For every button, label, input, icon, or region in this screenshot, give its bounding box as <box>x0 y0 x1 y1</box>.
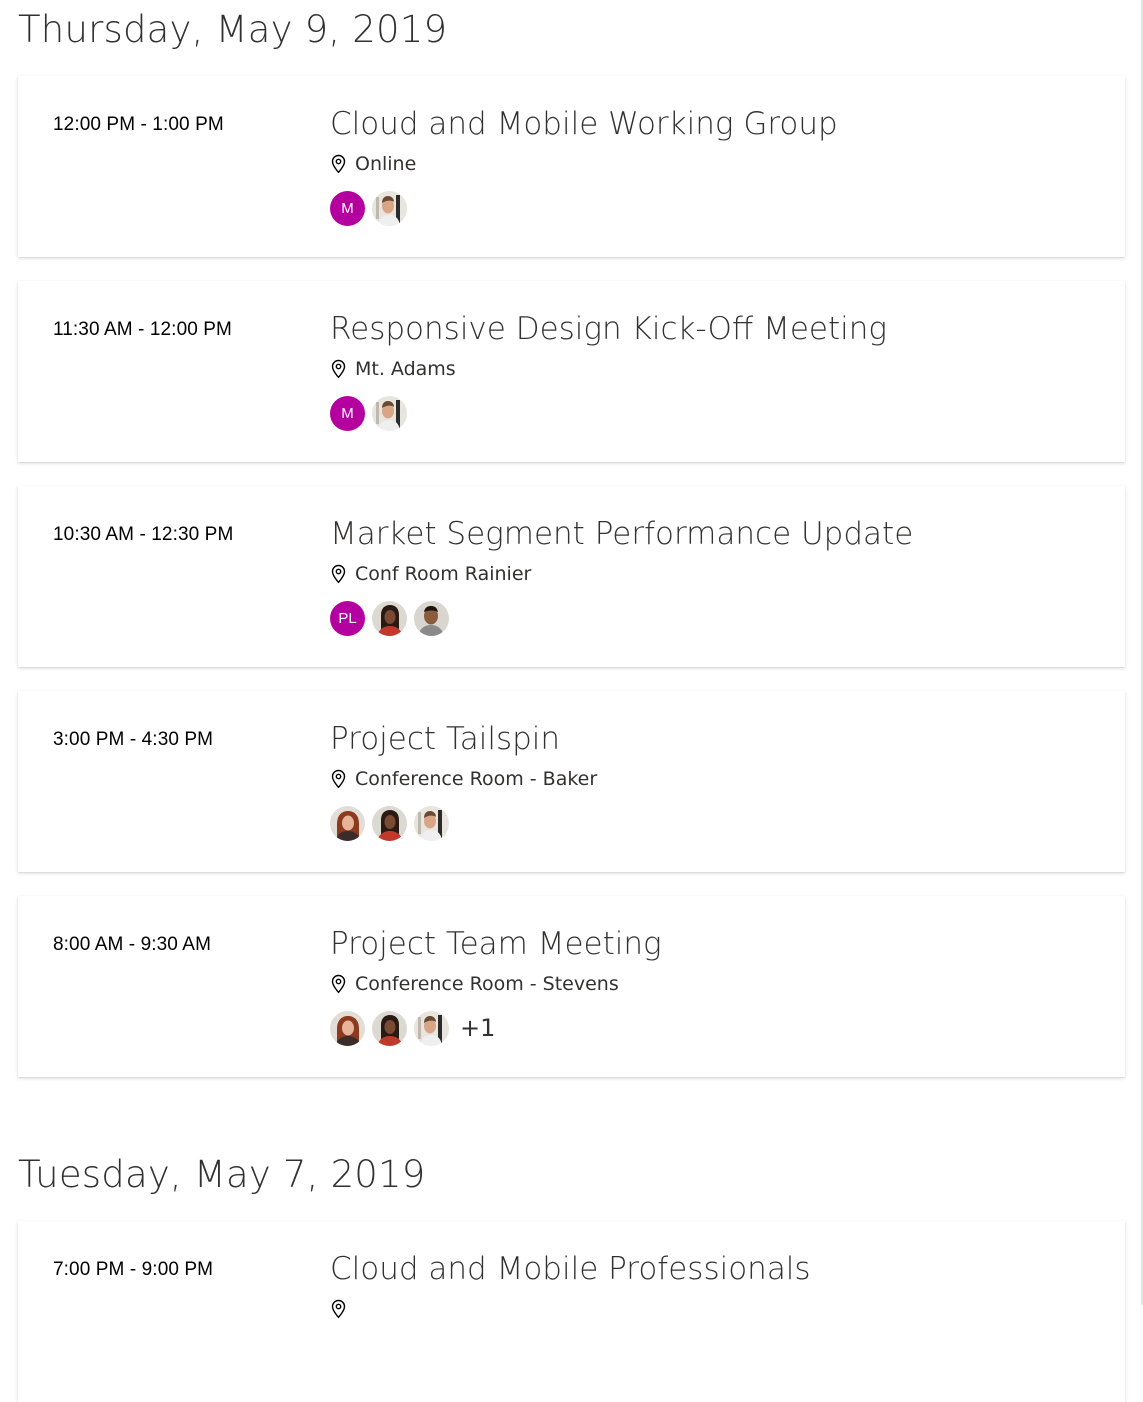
location-label: Conf Room Rainier <box>355 563 532 585</box>
event-details: Cloud and Mobile Professionals <box>330 1249 1105 1321</box>
location-label: Conference Room - Stevens <box>355 973 619 995</box>
event-details: Responsive Design Kick-Off Meeting Mt. A… <box>330 309 1105 431</box>
event-time: 12:00 PM - 1:00 PM <box>53 114 224 135</box>
event-card[interactable]: 8:00 AM - 9:30 AM Project Team Meeting C… <box>18 896 1125 1077</box>
event-subject: Cloud and Mobile Working Group <box>330 106 838 142</box>
man-photo-avatar[interactable] <box>414 1010 449 1046</box>
event-location: Mt. Adams <box>330 357 1105 381</box>
event-card[interactable]: 10:30 AM - 12:30 PM Market Segment Perfo… <box>18 486 1125 667</box>
event-card[interactable]: 3:00 PM - 4:30 PM Project Tailspin Confe… <box>18 691 1125 872</box>
man-photo-avatar[interactable] <box>414 805 449 841</box>
location-pin-icon <box>330 154 347 174</box>
woman-dark-hair-photo-avatar[interactable] <box>372 805 407 841</box>
woman-dark-hair-photo-avatar[interactable] <box>372 1010 407 1046</box>
event-details: Project Tailspin Conference Room - Baker <box>330 719 1105 841</box>
event-subject: Project Tailspin <box>330 721 561 757</box>
attendee-list: PL <box>330 600 1105 636</box>
man-photo-avatar[interactable] <box>372 190 407 226</box>
avatar[interactable]: M <box>330 395 365 431</box>
location-label: Conference Room - Baker <box>355 768 598 790</box>
event-subject: Market Segment Performance Update <box>330 516 914 552</box>
event-location: Conference Room - Baker <box>330 767 1105 791</box>
event-location: Conf Room Rainier <box>330 562 1105 586</box>
event-card[interactable]: 12:00 PM - 1:00 PM Cloud and Mobile Work… <box>18 76 1125 257</box>
event-subject: Cloud and Mobile Professionals <box>330 1251 811 1287</box>
woman-red-hair-photo-avatar[interactable] <box>330 1010 365 1046</box>
location-label: Mt. Adams <box>355 358 456 380</box>
event-location: Conference Room - Stevens <box>330 972 1105 996</box>
attendee-list: M <box>330 190 1105 226</box>
event-card[interactable]: 7:00 PM - 9:00 PM Cloud and Mobile Profe… <box>18 1221 1125 1402</box>
event-details: Market Segment Performance Update Conf R… <box>330 514 1105 636</box>
avatar[interactable]: M <box>330 190 365 226</box>
event-location <box>330 1297 1105 1321</box>
attendee-list: +1 <box>330 1010 1105 1046</box>
event-time: 7:00 PM - 9:00 PM <box>53 1259 214 1280</box>
event-time: 10:30 AM - 12:30 PM <box>53 524 234 545</box>
attendee-list: M <box>330 395 1105 431</box>
event-details: Project Team Meeting Conference Room - S… <box>330 924 1105 1046</box>
man-dark-photo-avatar[interactable] <box>414 600 449 636</box>
attendee-overflow-count[interactable]: +1 <box>460 1014 495 1042</box>
event-time: 3:00 PM - 4:30 PM <box>53 729 214 750</box>
location-pin-icon <box>330 359 347 379</box>
location-label: Online <box>355 153 417 175</box>
attendee-list <box>330 805 1105 841</box>
man-photo-avatar[interactable] <box>372 395 407 431</box>
location-pin-icon <box>330 1299 347 1319</box>
avatar[interactable]: PL <box>330 600 365 636</box>
event-time: 11:30 AM - 12:00 PM <box>53 319 232 340</box>
event-card[interactable]: 11:30 AM - 12:00 PM Responsive Design Ki… <box>18 281 1125 462</box>
event-details: Cloud and Mobile Working Group Online M <box>330 104 1105 226</box>
woman-dark-hair-photo-avatar[interactable] <box>372 600 407 636</box>
woman-red-hair-photo-avatar[interactable] <box>330 805 365 841</box>
day-section: Tuesday, May 7, 2019 7:00 PM - 9:00 PM C… <box>0 1155 1143 1402</box>
day-header: Tuesday, May 7, 2019 <box>18 1153 426 1196</box>
location-pin-icon <box>330 974 347 994</box>
location-pin-icon <box>330 564 347 584</box>
event-subject: Project Team Meeting <box>330 926 662 962</box>
event-time: 8:00 AM - 9:30 AM <box>53 934 212 955</box>
day-header: Thursday, May 9, 2019 <box>18 8 448 51</box>
day-section: Thursday, May 9, 2019 12:00 PM - 1:00 PM… <box>0 0 1143 1077</box>
event-subject: Responsive Design Kick-Off Meeting <box>330 311 888 347</box>
location-pin-icon <box>330 769 347 789</box>
event-location: Online <box>330 152 1105 176</box>
